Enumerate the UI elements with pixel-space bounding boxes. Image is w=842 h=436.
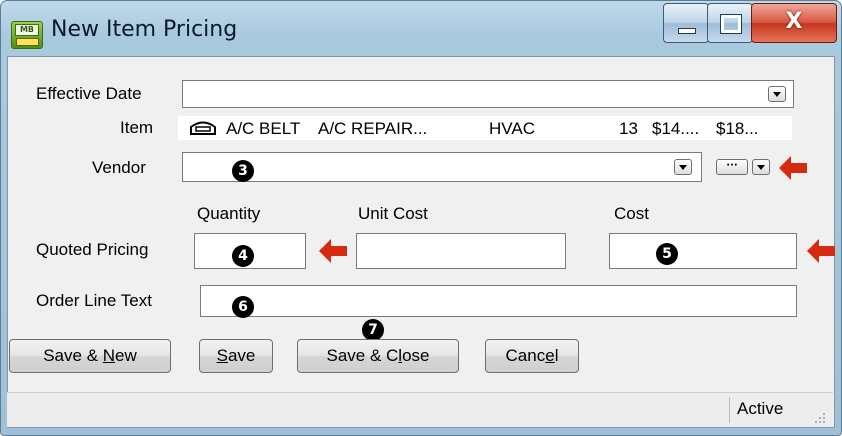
cost-header: Cost <box>614 204 649 223</box>
item-cell-group: HVAC <box>489 119 535 138</box>
item-label: Item <box>120 118 154 137</box>
save-button[interactable]: Save <box>199 339 273 373</box>
vendor-field[interactable] <box>182 152 702 182</box>
vendor-menu-button[interactable] <box>752 159 770 175</box>
app-icon-label: MB <box>15 24 39 36</box>
order-line-text-field[interactable] <box>200 285 797 317</box>
resize-grip-icon[interactable] <box>812 410 826 424</box>
minimize-icon <box>678 28 696 34</box>
vendor-dropdown-button[interactable] <box>674 159 692 175</box>
left-arrow-icon <box>807 239 835 263</box>
maximize-icon <box>720 14 742 34</box>
effective-date-dropdown-button[interactable] <box>768 86 786 102</box>
item-cell-name: A/C BELT <box>226 119 301 138</box>
cancel-button[interactable]: Cancel <box>485 339 579 373</box>
left-arrow-icon <box>319 239 347 263</box>
order-line-text-label: Order Line Text <box>36 291 152 310</box>
callout-marker-5: 5 <box>656 243 678 265</box>
unit-cost-header: Unit Cost <box>358 204 428 223</box>
quantity-header: Quantity <box>197 204 261 223</box>
item-cell-quantity: 13 <box>619 119 638 138</box>
close-icon: X <box>785 9 803 34</box>
cost-field[interactable] <box>609 233 797 269</box>
save-close-button[interactable]: Save & Close <box>297 339 459 373</box>
maximize-button[interactable] <box>707 3 753 43</box>
callout-marker-7: 7 <box>362 319 384 341</box>
window-title: New Item Pricing <box>51 17 238 42</box>
app-icon: MB <box>11 21 43 49</box>
status-text: Active <box>737 399 784 418</box>
item-cell-category: A/C REPAIR... <box>318 119 428 138</box>
title-bar[interactable]: MB New Item Pricing X <box>1 1 841 57</box>
caption-buttons: X <box>663 3 837 43</box>
status-bar: Active <box>7 392 833 427</box>
callout-marker-6: 6 <box>232 296 254 318</box>
effective-date-field[interactable] <box>182 80 794 108</box>
item-cell-cost: $14.... <box>652 119 700 138</box>
close-button[interactable]: X <box>751 3 837 43</box>
left-arrow-icon <box>779 156 807 180</box>
quoted-pricing-label: Quoted Pricing <box>36 240 149 259</box>
item-icon <box>190 121 216 135</box>
item-row[interactable]: A/C BELT A/C REPAIR... HVAC 13 $14.... $… <box>178 116 792 140</box>
unit-cost-field[interactable] <box>356 233 566 269</box>
item-cell-price: $18... <box>716 119 759 138</box>
minimize-button[interactable] <box>663 3 709 43</box>
effective-date-label: Effective Date <box>36 84 142 103</box>
callout-marker-4: 4 <box>232 245 254 267</box>
vendor-label: Vendor <box>92 158 146 177</box>
vendor-browse-button[interactable]: ··· <box>716 159 748 175</box>
callout-marker-3: 3 <box>232 160 254 182</box>
save-new-button[interactable]: Save & New <box>9 339 171 373</box>
